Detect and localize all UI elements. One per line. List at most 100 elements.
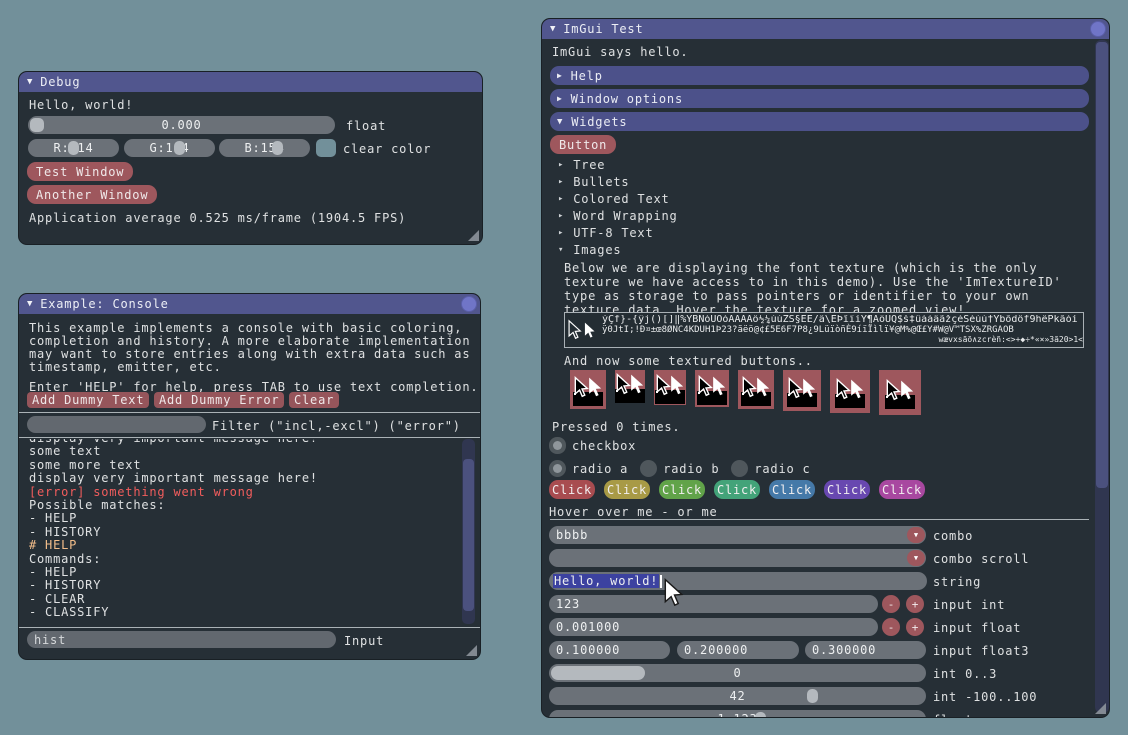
clear-button[interactable]: Clear <box>289 392 339 408</box>
console-scrollbar-track[interactable] <box>462 439 475 624</box>
click-button-3[interactable]: Click <box>659 480 705 499</box>
console-scrollbar-thumb[interactable] <box>463 459 474 611</box>
log-line-command: # HELP <box>29 539 459 552</box>
log-line: - HISTORY <box>29 579 459 592</box>
tree-node-label: Tree <box>573 158 605 172</box>
image-button[interactable] <box>570 370 606 409</box>
radio-b[interactable] <box>640 460 657 477</box>
hover-text[interactable]: Hover over me - or me <box>549 505 718 519</box>
tree-node-bullets[interactable]: ▸ Bullets <box>558 175 629 188</box>
slider-grab[interactable] <box>272 141 283 155</box>
slider-int-0-3[interactable]: 0 <box>549 664 926 682</box>
click-button-7[interactable]: Click <box>879 480 925 499</box>
combo-scroll-box[interactable]: ▼ <box>549 549 926 567</box>
button-widget[interactable]: Button <box>550 135 616 154</box>
slider-g[interactable]: G:144 <box>124 139 215 157</box>
tree-node-word-wrapping[interactable]: ▸ Word Wrapping <box>558 209 678 222</box>
tree-closed-icon: ▸ <box>558 228 564 238</box>
resize-grip[interactable] <box>466 645 477 656</box>
textured-buttons-row <box>570 370 930 415</box>
combo-arrow-icon[interactable]: ▼ <box>907 527 925 543</box>
header-help[interactable]: ▶ Help <box>550 66 1089 85</box>
combo-scroll-label: combo scroll <box>933 552 1029 566</box>
slider-grab[interactable] <box>551 666 645 680</box>
input-float-field[interactable]: 0.001000 <box>549 618 878 636</box>
image-button[interactable] <box>738 370 774 409</box>
tree-node-tree[interactable]: ▸ Tree <box>558 158 605 171</box>
font-texture-image[interactable]: ýÇf}-{ÿj()[]‖%ÝBÑòÙÖóÂÄÀÃô½¼ùúŽŠ§ÉÊ/â\ÈÞ… <box>564 312 1084 348</box>
add-dummy-error-button[interactable]: Add Dummy Error <box>154 392 284 408</box>
tree-node-colored-text[interactable]: ▸ Colored Text <box>558 192 670 205</box>
increment-button[interactable]: + <box>906 618 924 636</box>
click-button-6[interactable]: Click <box>824 480 870 499</box>
resize-grip[interactable] <box>1095 703 1106 714</box>
imgui-test-titlebar[interactable]: ▼ ImGui Test <box>542 19 1109 39</box>
another-window-button-label: Another Window <box>36 188 148 202</box>
filter-input[interactable] <box>27 416 206 433</box>
slider-grab[interactable] <box>174 141 185 155</box>
collapse-arrow-icon[interactable]: ▼ <box>27 77 33 87</box>
close-button[interactable] <box>461 296 477 312</box>
console-window-titlebar[interactable]: ▼ Example: Console <box>19 294 480 314</box>
image-button[interactable] <box>830 370 870 413</box>
decrement-button[interactable]: - <box>882 595 900 613</box>
hello-world-text: Hello, world! <box>29 98 133 112</box>
radio-a[interactable] <box>549 460 566 477</box>
image-button[interactable] <box>615 370 645 403</box>
increment-button[interactable]: + <box>906 595 924 613</box>
string-input[interactable]: Hello, world! <box>549 572 927 590</box>
input-int-field[interactable]: 123 <box>549 595 878 613</box>
input-float3-x[interactable]: 0.100000 <box>549 641 670 659</box>
debug-window-titlebar[interactable]: ▼ Debug <box>19 72 482 92</box>
resize-grip[interactable] <box>468 230 479 241</box>
slider-int-pm100[interactable]: 42 <box>549 687 926 705</box>
slider-int-0-3-label: int 0..3 <box>933 667 997 681</box>
click-button-5[interactable]: Click <box>769 480 815 499</box>
slider-grab[interactable] <box>68 141 79 155</box>
slider-grab[interactable] <box>807 689 818 703</box>
input-float3-z[interactable]: 0.300000 <box>805 641 926 659</box>
header-window-options[interactable]: ▶ Window options <box>550 89 1089 108</box>
tree-node-label: Images <box>573 243 621 257</box>
image-button[interactable] <box>695 370 729 407</box>
click-button-4[interactable]: Click <box>714 480 760 499</box>
imgui-scrollbar-thumb[interactable] <box>1096 42 1108 488</box>
slider-grab[interactable] <box>755 712 766 718</box>
input-float3-y[interactable]: 0.200000 <box>677 641 799 659</box>
checkbox[interactable] <box>549 437 566 454</box>
combo-box[interactable]: bbbb ▼ <box>549 526 926 544</box>
slider-b[interactable]: B:154 <box>219 139 310 157</box>
float-slider[interactable]: 0.000 <box>28 116 335 134</box>
close-button[interactable] <box>1090 21 1106 37</box>
slider-grab[interactable] <box>30 118 44 132</box>
image-button[interactable] <box>879 370 921 415</box>
header-widgets[interactable]: ▼ Widgets <box>550 112 1089 131</box>
another-window-button[interactable]: Another Window <box>27 185 157 204</box>
console-input[interactable]: hist <box>27 631 336 648</box>
slider-float[interactable]: 1.123 <box>549 710 926 718</box>
console-intro-line: completion and history. A more elaborate… <box>29 334 470 348</box>
image-button[interactable] <box>654 370 686 405</box>
tree-node-label: Colored Text <box>573 192 669 206</box>
images-text-line: texture we have access to in this demo).… <box>564 275 1062 289</box>
combo-arrow-icon[interactable]: ▼ <box>907 550 925 566</box>
test-window-button[interactable]: Test Window <box>27 162 133 181</box>
console-log[interactable]: display very important message here! som… <box>29 439 459 624</box>
clear-color-swatch[interactable] <box>316 139 336 157</box>
radio-c[interactable] <box>731 460 748 477</box>
decrement-button[interactable]: - <box>882 618 900 636</box>
collapse-arrow-icon[interactable]: ▼ <box>27 299 33 309</box>
collapse-arrow-icon[interactable]: ▼ <box>550 24 556 34</box>
click-button-2[interactable]: Click <box>604 480 650 499</box>
slider-r[interactable]: R:114 <box>28 139 119 157</box>
console-intro-line: may want to store entries along with ext… <box>29 347 470 361</box>
tree-node-utf8-text[interactable]: ▸ UTF-8 Text <box>558 226 653 239</box>
log-line: - CLEAR <box>29 593 459 606</box>
add-dummy-text-button[interactable]: Add Dummy Text <box>27 392 149 408</box>
imgui-scrollbar-track[interactable] <box>1095 40 1109 713</box>
tree-node-images[interactable]: ▾ Images <box>558 243 621 256</box>
font-texture-glyphs: ýÇf}-{ÿj()[]‖%ÝBÑòÙÖóÂÄÀÃô½¼ùúŽŠ§ÉÊ/â\ÈÞ… <box>602 315 1083 345</box>
click-button-1[interactable]: Click <box>549 480 595 499</box>
image-button[interactable] <box>783 370 821 411</box>
radio-row: radio a radio b radio c <box>549 460 811 477</box>
